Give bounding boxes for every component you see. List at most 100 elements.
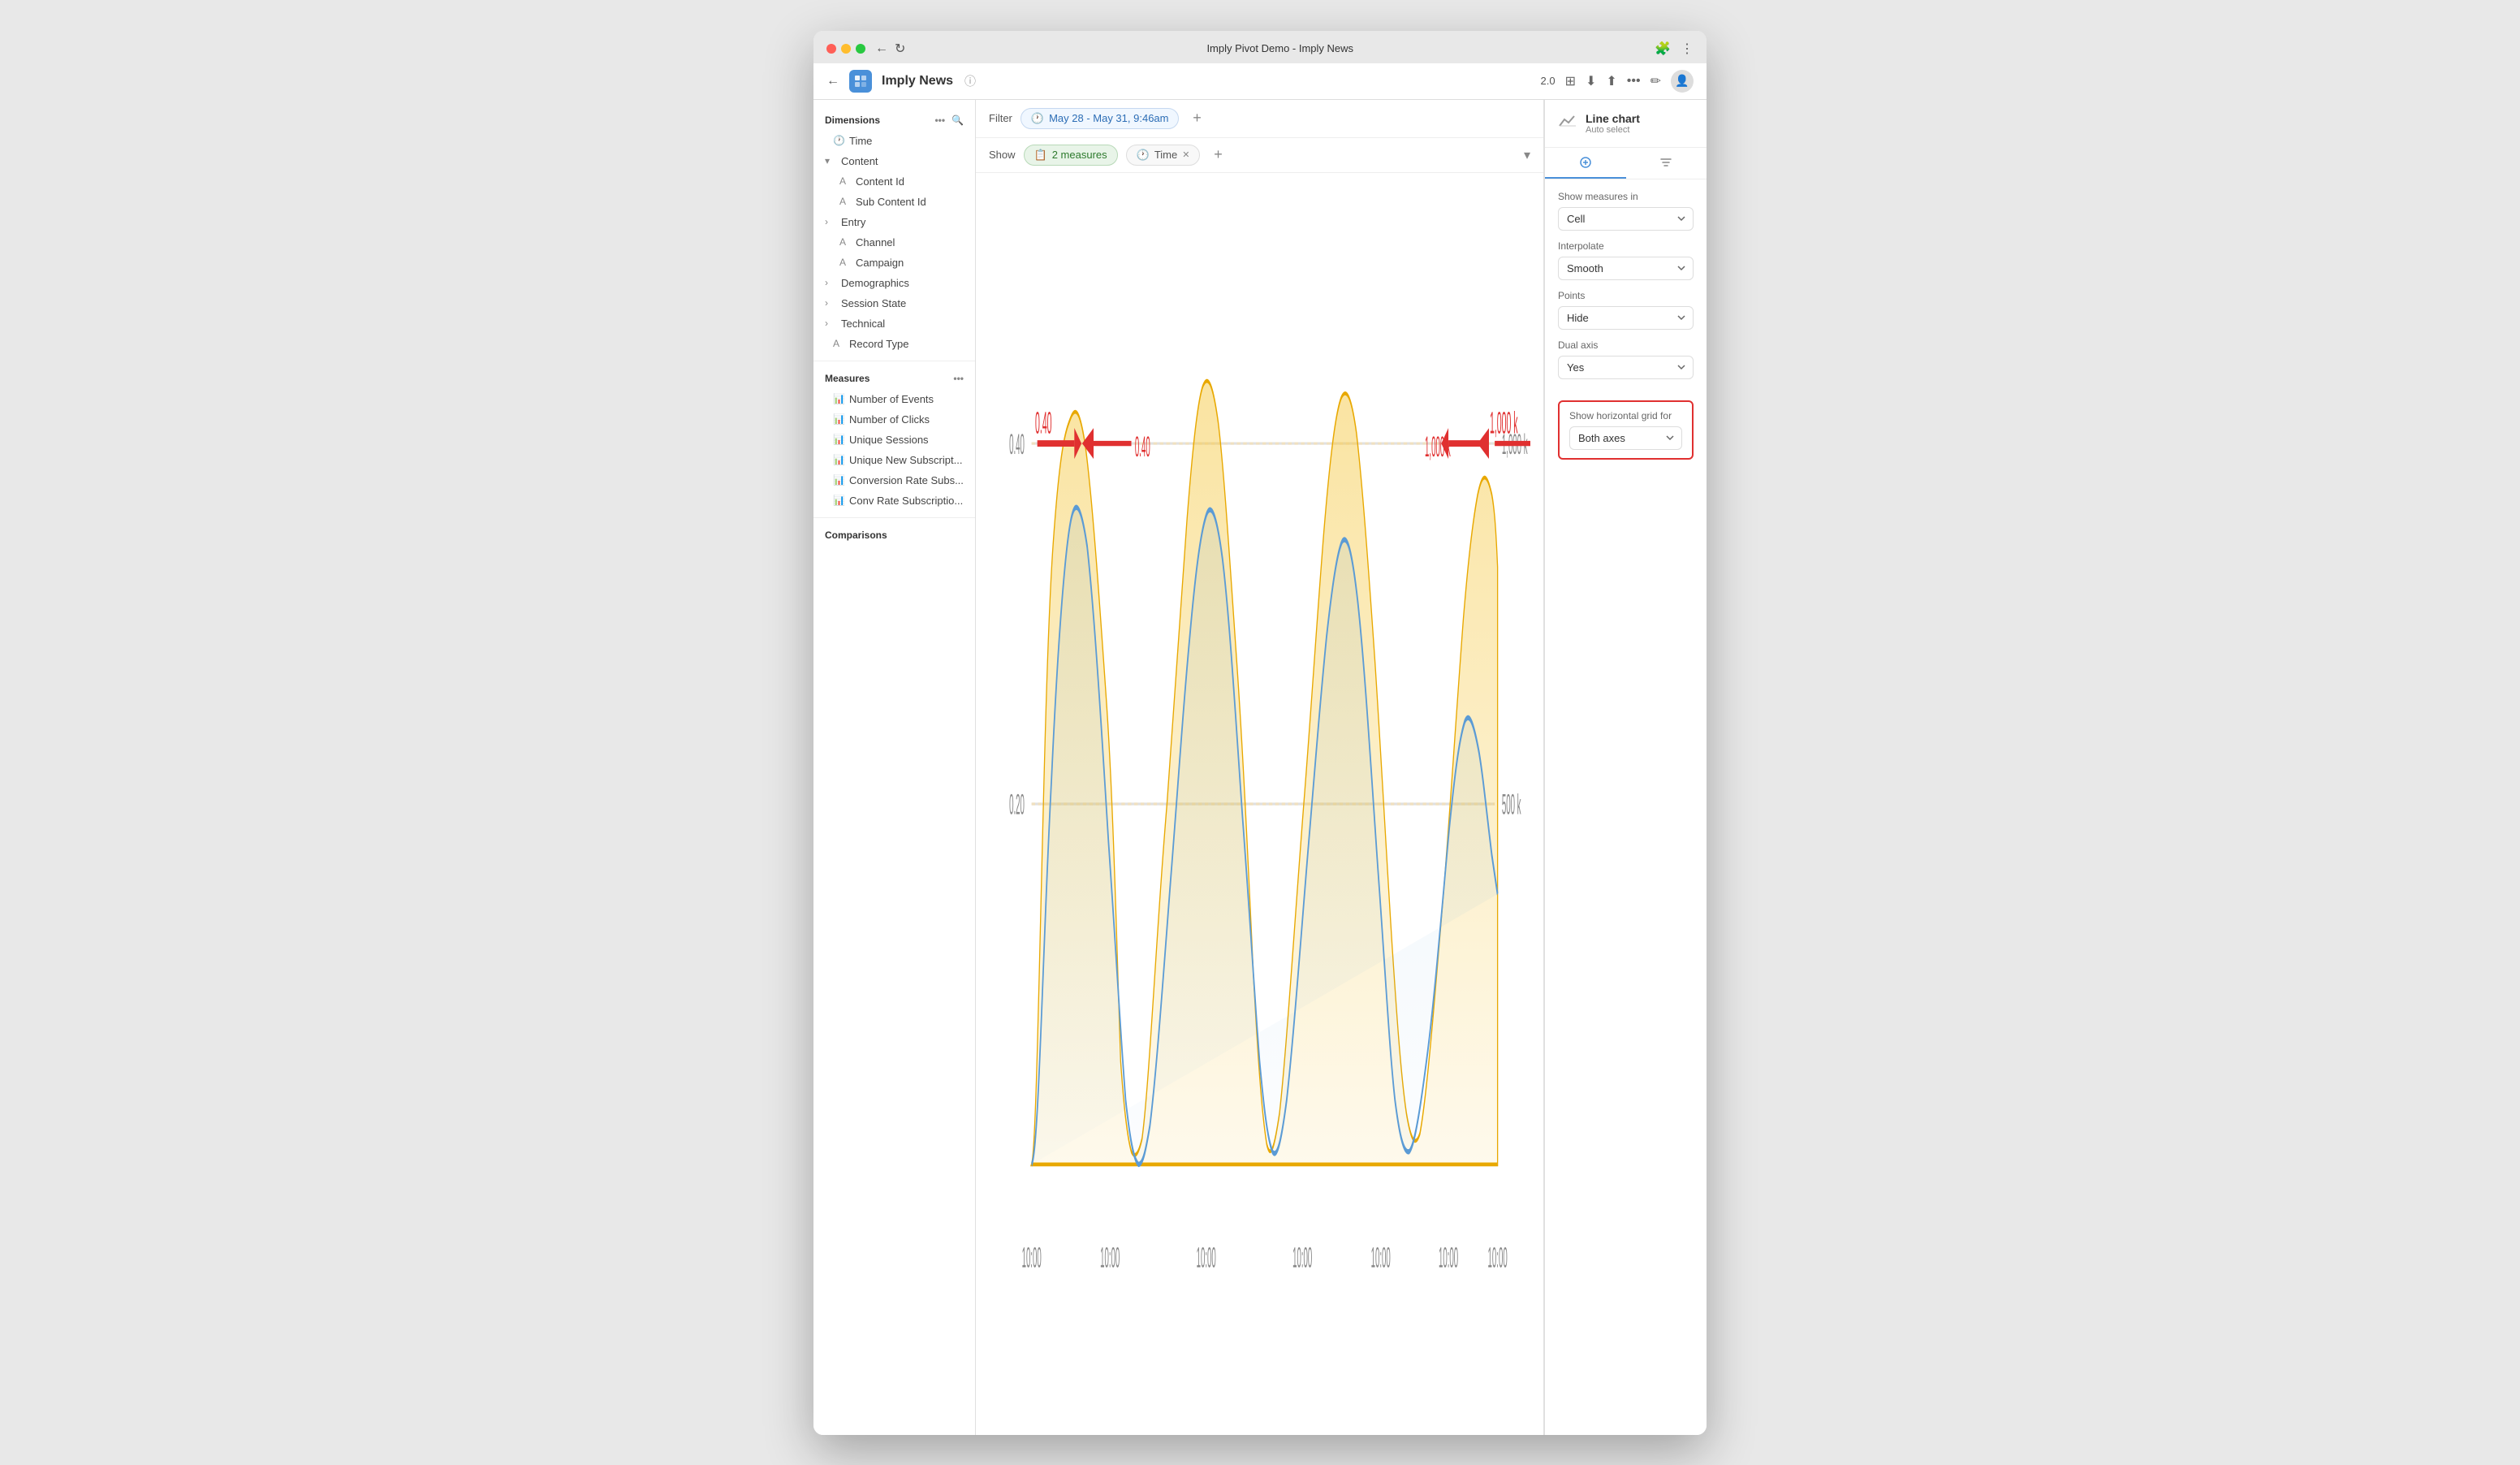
download-icon[interactable]: ⬇ bbox=[1586, 73, 1596, 89]
filter-toolbar: Filter 🕐 May 28 - May 31, 9:46am + bbox=[976, 100, 1543, 138]
add-filter-button[interactable]: + bbox=[1187, 109, 1206, 128]
expand-icon[interactable]: ▾ bbox=[1524, 147, 1530, 163]
svg-text:10:00: 10:00 bbox=[1197, 1242, 1216, 1273]
text-icon2: A bbox=[839, 196, 851, 207]
sidebar-item-content[interactable]: ▾ Content bbox=[813, 151, 975, 171]
close-button[interactable] bbox=[826, 44, 836, 54]
minimize-button[interactable] bbox=[841, 44, 851, 54]
filter-label: Filter bbox=[989, 112, 1012, 124]
chevron-right-icon2: › bbox=[825, 277, 836, 288]
tab-filter[interactable] bbox=[1626, 148, 1707, 179]
avatar-icon[interactable]: 👤 bbox=[1671, 70, 1694, 93]
right-panel: Line chart Auto select Show measures in … bbox=[1544, 100, 1707, 1435]
refresh-nav-button[interactable]: ↻ bbox=[895, 41, 905, 57]
text-icon4: A bbox=[839, 257, 851, 268]
text-icon3: A bbox=[839, 236, 851, 248]
sidebar-item-unique-new-subscript[interactable]: 📊 Unique New Subscript... bbox=[813, 450, 975, 470]
svg-text:10:00: 10:00 bbox=[1488, 1242, 1508, 1273]
time-pill-label: Time bbox=[1154, 149, 1177, 161]
sidebar-item-number-of-clicks[interactable]: 📊 Number of Clicks bbox=[813, 409, 975, 430]
points-select[interactable]: Hide Show bbox=[1558, 306, 1694, 330]
show-horizontal-grid-select[interactable]: Both axes Left axis Right axis None bbox=[1569, 426, 1682, 450]
sidebar-item-number-of-events[interactable]: 📊 Number of Events bbox=[813, 389, 975, 409]
svg-text:0.40: 0.40 bbox=[1135, 431, 1150, 462]
svg-text:0.40: 0.40 bbox=[1035, 405, 1051, 439]
back-nav-button[interactable]: ← bbox=[875, 41, 888, 57]
app-bar-right: 2.0 ⊞ ⬇ ⬆ ••• ✏ 👤 bbox=[1540, 70, 1694, 93]
svg-text:10:00: 10:00 bbox=[1022, 1242, 1042, 1273]
sidebar-item-conv-rate[interactable]: 📊 Conv Rate Subscriptio... bbox=[813, 490, 975, 511]
show-measures-label: Show measures in bbox=[1558, 191, 1694, 202]
line-chart: 0.40 0.20 1,000 k 500 k bbox=[989, 186, 1530, 1422]
add-show-button[interactable]: + bbox=[1208, 145, 1228, 165]
sidebar-item-technical[interactable]: › Technical bbox=[813, 313, 975, 334]
sidebar-item-entry[interactable]: › Entry bbox=[813, 212, 975, 232]
edit-icon[interactable]: ✏ bbox=[1651, 73, 1661, 89]
traffic-lights bbox=[826, 44, 865, 54]
tab-style[interactable] bbox=[1545, 148, 1626, 179]
bar-chart-icon2: 📊 bbox=[833, 413, 844, 425]
line-chart-type-icon bbox=[1558, 111, 1577, 136]
show-toolbar: Show 📋 2 measures 🕐 Time ✕ + ▾ bbox=[976, 138, 1543, 173]
bar-chart-icon6: 📊 bbox=[833, 495, 844, 506]
content-area: Filter 🕐 May 28 - May 31, 9:46am + Show … bbox=[976, 100, 1544, 1435]
measures-header: Measures ••• bbox=[813, 368, 975, 389]
sidebar-item-sub-content-id[interactable]: A Sub Content Id bbox=[813, 192, 975, 212]
time-pill[interactable]: 🕐 Time ✕ bbox=[1126, 145, 1201, 166]
svg-text:10:00: 10:00 bbox=[1371, 1242, 1391, 1273]
dimensions-header: Dimensions ••• 🔍 bbox=[813, 110, 975, 131]
bar-chart-icon3: 📊 bbox=[833, 434, 844, 445]
dual-axis-select[interactable]: Yes No bbox=[1558, 356, 1694, 379]
main-layout: Dimensions ••• 🔍 🕐 Time ▾ Content A Cont… bbox=[813, 100, 1707, 1435]
measures-more-icon[interactable]: ••• bbox=[953, 373, 964, 384]
interpolate-select[interactable]: Smooth Linear Step bbox=[1558, 257, 1694, 280]
nav-buttons: ← ↻ bbox=[875, 41, 905, 57]
points-label: Points bbox=[1558, 290, 1694, 301]
text-icon: A bbox=[839, 175, 851, 187]
app-name: Imply News bbox=[882, 74, 953, 89]
sidebar-item-campaign[interactable]: A Campaign bbox=[813, 253, 975, 273]
sidebar-item-unique-sessions[interactable]: 📊 Unique Sessions bbox=[813, 430, 975, 450]
page-title: Imply Pivot Demo - Imply News bbox=[915, 42, 1645, 54]
bar-chart-icon5: 📊 bbox=[833, 474, 844, 486]
measure-icon: 📋 bbox=[1034, 149, 1047, 162]
time-pill-close-button[interactable]: ✕ bbox=[1182, 149, 1189, 160]
sidebar-item-content-id[interactable]: A Content Id bbox=[813, 171, 975, 192]
show-measures-section: Show measures in Cell Row Column Interpo… bbox=[1545, 179, 1707, 400]
filter-value: May 28 - May 31, 9:46am bbox=[1049, 112, 1168, 124]
bar-chart-icon: 📊 bbox=[833, 393, 844, 404]
more-icon[interactable]: ••• bbox=[1627, 74, 1641, 89]
extension-icon[interactable]: 🧩 bbox=[1655, 41, 1671, 57]
chart-type-sub: Auto select bbox=[1586, 125, 1640, 135]
sidebar-item-conversion-rate[interactable]: 📊 Conversion Rate Subs... bbox=[813, 470, 975, 490]
clock-icon: 🕐 bbox=[833, 135, 844, 146]
chevron-right-icon: › bbox=[825, 216, 836, 227]
show-measures-select[interactable]: Cell Row Column bbox=[1558, 207, 1694, 231]
sidebar-item-demographics[interactable]: › Demographics bbox=[813, 273, 975, 293]
sidebar-item-time[interactable]: 🕐 Time bbox=[813, 131, 975, 151]
show-horizontal-grid-label: Show horizontal grid for bbox=[1569, 410, 1682, 421]
dual-axis-label: Dual axis bbox=[1558, 339, 1694, 351]
sidebar: Dimensions ••• 🔍 🕐 Time ▾ Content A Cont… bbox=[813, 100, 976, 1435]
maximize-button[interactable] bbox=[856, 44, 865, 54]
time-pill-clock-icon: 🕐 bbox=[1137, 149, 1150, 162]
show-horizontal-grid-section: Show horizontal grid for Both axes Left … bbox=[1558, 400, 1694, 460]
bar-chart-icon4: 📊 bbox=[833, 454, 844, 465]
grid-icon[interactable]: ⊞ bbox=[1565, 73, 1576, 89]
menu-icon[interactable]: ⋮ bbox=[1681, 41, 1694, 57]
filter-pill[interactable]: 🕐 May 28 - May 31, 9:46am bbox=[1021, 108, 1180, 129]
svg-text:0.20: 0.20 bbox=[1009, 789, 1025, 820]
sidebar-item-session-state[interactable]: › Session State bbox=[813, 293, 975, 313]
app-back-button[interactable]: ← bbox=[826, 74, 839, 89]
info-icon[interactable]: ⓘ bbox=[964, 73, 976, 89]
chart-type-header: Line chart Auto select bbox=[1545, 100, 1707, 148]
sidebar-item-record-type[interactable]: A Record Type bbox=[813, 334, 975, 354]
share-icon[interactable]: ⬆ bbox=[1606, 73, 1616, 89]
svg-text:500 k: 500 k bbox=[1502, 789, 1521, 820]
dimensions-search-icon[interactable]: 🔍 bbox=[951, 115, 964, 126]
measure-pill[interactable]: 📋 2 measures bbox=[1024, 145, 1118, 166]
sidebar-item-channel[interactable]: A Channel bbox=[813, 232, 975, 253]
chart-container: 0.40 0.20 1,000 k 500 k bbox=[976, 173, 1543, 1435]
text-icon5: A bbox=[833, 338, 844, 349]
dimensions-more-icon[interactable]: ••• bbox=[934, 115, 945, 126]
